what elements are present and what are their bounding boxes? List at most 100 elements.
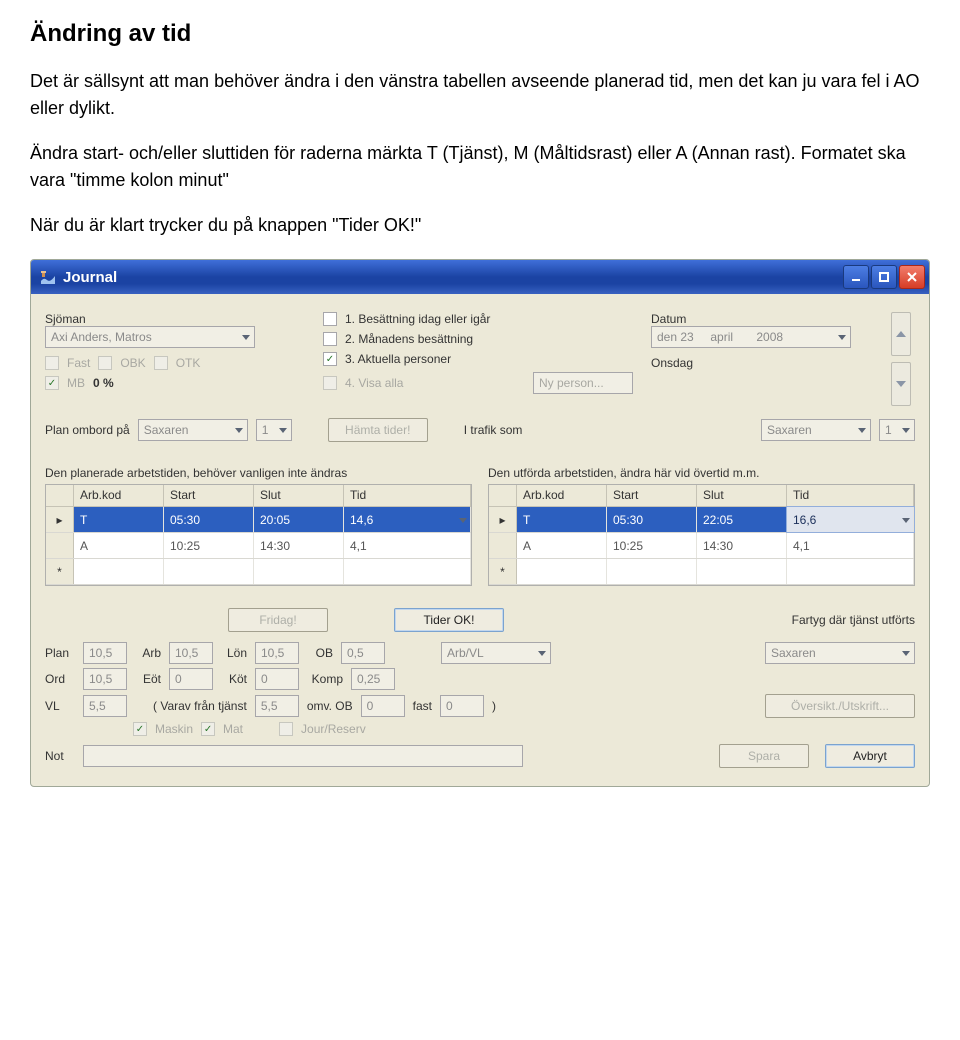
maskin-label: Maskin xyxy=(155,722,193,736)
cell-start[interactable]: 10:25 xyxy=(164,533,254,558)
cell-kod[interactable]: A xyxy=(74,533,164,558)
obk-checkbox[interactable] xyxy=(98,356,112,370)
cell-tid[interactable]: 4,1 xyxy=(344,533,471,558)
table-row[interactable]: A 10:25 14:30 4,1 xyxy=(489,533,914,559)
opt1-label: 1. Besättning idag eller igår xyxy=(345,312,490,326)
not-input[interactable] xyxy=(83,745,523,767)
intro-paragraph-3: När du är klart trycker du på knappen "T… xyxy=(30,212,930,239)
close-button[interactable] xyxy=(899,265,925,289)
col-arbkod: Arb.kod xyxy=(74,485,164,506)
titlebar[interactable]: Journal xyxy=(31,260,929,294)
itrafik-num-select[interactable]: 1 xyxy=(879,419,915,441)
table-row-new[interactable]: * xyxy=(489,559,914,585)
omv-label: omv. OB xyxy=(307,699,353,713)
fast-checkbox[interactable] xyxy=(45,356,59,370)
col-slut: Slut xyxy=(697,485,787,506)
kot-input[interactable]: 0 xyxy=(255,668,299,690)
mat-label: Mat xyxy=(223,722,243,736)
new-row-icon: * xyxy=(46,559,74,584)
fast-input[interactable]: 0 xyxy=(440,695,484,717)
plan-input[interactable]: 10,5 xyxy=(83,642,127,664)
omv-input[interactable]: 0 xyxy=(361,695,405,717)
cell-kod[interactable]: T xyxy=(517,507,607,532)
minimize-button[interactable] xyxy=(843,265,869,289)
sjoman-select[interactable]: Axi Anders, Matros xyxy=(45,326,255,348)
table-row[interactable]: ▸ T 05:30 22:05 16,6 xyxy=(489,507,914,533)
opt3-checkbox[interactable]: ✓ xyxy=(323,352,337,366)
kot-label: Köt xyxy=(221,672,247,686)
maskin-checkbox[interactable]: ✓ xyxy=(133,722,147,736)
cell-slut[interactable]: 14:30 xyxy=(697,533,787,558)
col-tid: Tid xyxy=(344,485,471,506)
cell-kod[interactable]: A xyxy=(517,533,607,558)
lon-label: Lön xyxy=(221,646,247,660)
row-selector-icon: ▸ xyxy=(46,507,74,532)
opt2-label: 2. Månadens besättning xyxy=(345,332,473,346)
arb-input[interactable]: 10,5 xyxy=(169,642,213,664)
ord-label: Ord xyxy=(45,672,75,686)
itrafik-label: I trafik som xyxy=(464,423,523,437)
planned-table-title: Den planerade arbetstiden, behöver vanli… xyxy=(45,466,472,480)
arbvl-select[interactable]: Arb/VL xyxy=(441,642,551,664)
table-row[interactable]: ▸ T 05:30 20:05 14,6 xyxy=(46,507,471,533)
cell-start[interactable]: 05:30 xyxy=(607,507,697,532)
varav-label: ( Varav från tjänst xyxy=(153,699,247,713)
nyperson-input[interactable]: Ny person... xyxy=(533,372,633,394)
datum-scroll-up[interactable] xyxy=(891,312,911,356)
performed-table-title: Den utförda arbetstiden, ändra här vid ö… xyxy=(488,466,915,480)
mb-label: MB xyxy=(67,376,85,390)
avbryt-button[interactable]: Avbryt xyxy=(825,744,915,768)
fartyg-select[interactable]: Saxaren xyxy=(765,642,915,664)
eot-label: Eöt xyxy=(135,672,161,686)
fridag-button[interactable]: Fridag! xyxy=(228,608,328,632)
datum-scroll-down[interactable] xyxy=(891,362,911,406)
sjoman-label: Sjöman xyxy=(45,312,305,326)
mb-pct: 0 % xyxy=(93,376,114,390)
lon-input[interactable]: 10,5 xyxy=(255,642,299,664)
cell-tid-selected[interactable]: 16,6 xyxy=(787,507,914,532)
cell-kod[interactable]: T xyxy=(74,507,164,532)
journal-window: Journal Sjöman Axi Anders, Matros Fast O… xyxy=(30,259,930,787)
ord-input[interactable]: 10,5 xyxy=(83,668,127,690)
otk-label: OTK xyxy=(176,356,201,370)
table-row-new[interactable]: * xyxy=(46,559,471,585)
vl-input[interactable]: 5,5 xyxy=(83,695,127,717)
mat-checkbox[interactable]: ✓ xyxy=(201,722,215,736)
jour-label: Jour/Reserv xyxy=(301,722,366,736)
cell-tid[interactable]: 4,1 xyxy=(787,533,914,558)
opt1-checkbox[interactable] xyxy=(323,312,337,326)
spara-button[interactable]: Spara xyxy=(719,744,809,768)
planombord-num-select[interactable]: 1 xyxy=(256,419,292,441)
col-slut: Slut xyxy=(254,485,344,506)
opt2-checkbox[interactable] xyxy=(323,332,337,346)
mb-checkbox[interactable]: ✓ xyxy=(45,376,59,390)
plan-label: Plan xyxy=(45,646,75,660)
table-row[interactable]: A 10:25 14:30 4,1 xyxy=(46,533,471,559)
cell-slut[interactable]: 20:05 xyxy=(254,507,344,532)
app-icon xyxy=(39,268,57,286)
jour-checkbox[interactable] xyxy=(279,722,293,736)
itrafik-ship-select[interactable]: Saxaren xyxy=(761,419,871,441)
arb-label: Arb xyxy=(135,646,161,660)
datum-label: Datum xyxy=(651,312,883,326)
cell-slut[interactable]: 22:05 xyxy=(697,507,787,532)
cell-tid[interactable]: 14,6 xyxy=(344,507,471,532)
datum-select[interactable]: den 23 april 2008 xyxy=(651,326,851,348)
ob-input[interactable]: 0,5 xyxy=(341,642,385,664)
hamta-tider-button[interactable]: Hämta tider! xyxy=(328,418,428,442)
opt3-label: 3. Aktuella personer xyxy=(345,352,451,366)
opt4-checkbox[interactable] xyxy=(323,376,337,390)
varav-input[interactable]: 5,5 xyxy=(255,695,299,717)
eot-input[interactable]: 0 xyxy=(169,668,213,690)
planombord-ship-select[interactable]: Saxaren xyxy=(138,419,248,441)
komp-label: Komp xyxy=(307,672,343,686)
komp-input[interactable]: 0,25 xyxy=(351,668,395,690)
tider-ok-button[interactable]: Tider OK! xyxy=(394,608,504,632)
otk-checkbox[interactable] xyxy=(154,356,168,370)
maximize-button[interactable] xyxy=(871,265,897,289)
oversikt-button[interactable]: Översikt./Utskrift... xyxy=(765,694,915,718)
col-start: Start xyxy=(164,485,254,506)
cell-start[interactable]: 10:25 xyxy=(607,533,697,558)
cell-start[interactable]: 05:30 xyxy=(164,507,254,532)
cell-slut[interactable]: 14:30 xyxy=(254,533,344,558)
